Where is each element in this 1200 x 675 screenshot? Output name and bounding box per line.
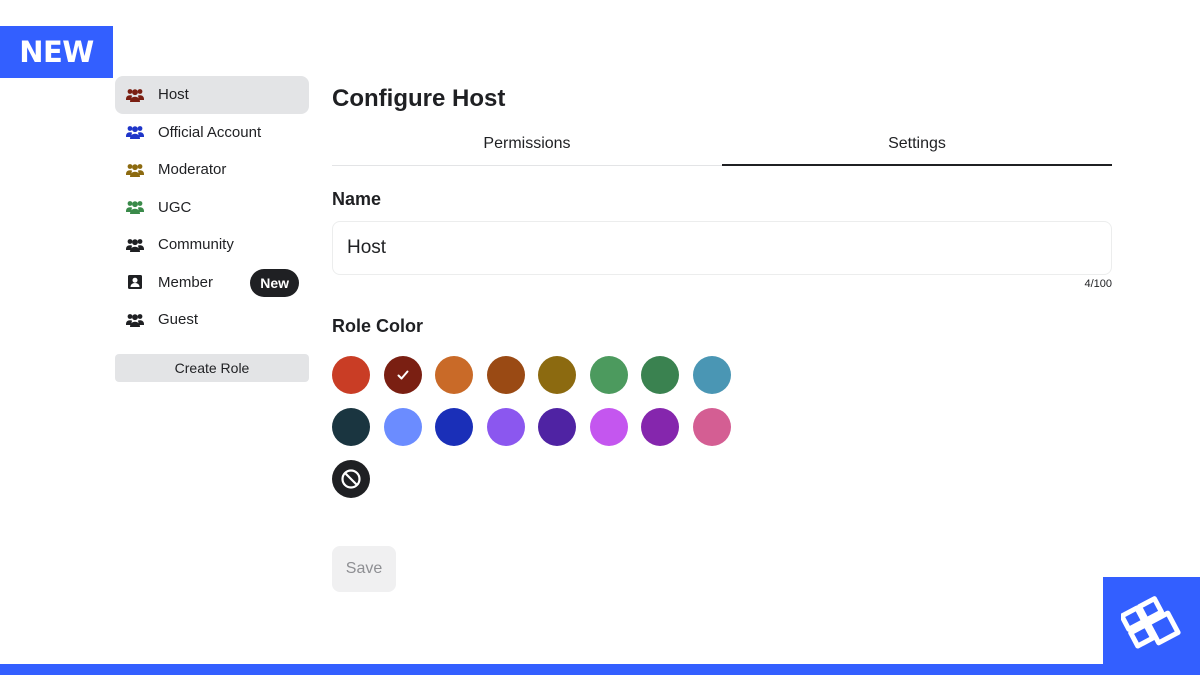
bottom-accent-bar (0, 664, 1200, 675)
tab-permissions[interactable]: Permissions (332, 126, 722, 164)
name-label: Name (332, 189, 382, 209)
people-icon (125, 237, 145, 253)
sidebar-item-label: Host (158, 86, 189, 104)
role-color-label: Role Color (332, 316, 424, 336)
sidebar-item-member[interactable]: Member New (115, 264, 309, 302)
sidebar-item-ugc[interactable]: UGC (115, 189, 309, 227)
color-swatch[interactable] (692, 408, 731, 446)
sidebar-item-guest[interactable]: Guest (115, 301, 309, 339)
create-role-button[interactable]: Create Role (115, 353, 309, 382)
color-swatch[interactable] (641, 356, 679, 394)
sidebar-item-label: UGC (158, 198, 192, 216)
name-input[interactable]: Host (332, 221, 1112, 275)
color-swatch[interactable] (383, 356, 422, 394)
color-swatch[interactable] (435, 356, 473, 394)
color-swatch[interactable] (589, 356, 628, 394)
save-button[interactable]: Save (332, 546, 396, 592)
sidebar-item-label: Member (158, 273, 214, 291)
no-color-swatch[interactable] (332, 460, 370, 498)
sidebar-item-label: Moderator (158, 161, 227, 179)
color-swatch[interactable] (641, 408, 679, 446)
color-swatch[interactable] (435, 408, 473, 446)
people-icon (125, 162, 145, 178)
check-icon (397, 370, 408, 380)
people-icon (125, 87, 145, 103)
sidebar-item-label: Official Account (158, 123, 262, 141)
role-sidebar: Host Official Account Moderator UGC Comm… (115, 76, 309, 382)
color-swatch[interactable] (589, 408, 628, 446)
sidebar-item-official-account[interactable]: Official Account (115, 114, 309, 152)
color-swatch[interactable] (692, 356, 731, 394)
color-swatch[interactable] (486, 408, 525, 446)
new-badge: New (250, 268, 299, 297)
people-icon (125, 124, 145, 140)
role-list: Host Official Account Moderator UGC Comm… (115, 76, 309, 339)
role-color-picker (332, 356, 1112, 498)
name-char-counter: 4/100 (1084, 278, 1112, 290)
tab-settings[interactable]: Settings (722, 126, 1112, 166)
configure-panel: Configure Host Permissions Settings Name… (332, 84, 1112, 592)
blox-logo-icon (1103, 577, 1200, 675)
new-corner-badge: NEW (0, 26, 113, 78)
color-swatch[interactable] (538, 356, 576, 394)
member-card-icon (125, 274, 145, 290)
color-swatch[interactable] (332, 408, 370, 446)
sidebar-item-label: Community (158, 236, 234, 254)
sidebar-item-moderator[interactable]: Moderator (115, 151, 309, 189)
sidebar-item-label: Guest (158, 311, 199, 329)
tab-bar: Permissions Settings (332, 126, 1112, 166)
sidebar-item-host[interactable]: Host (115, 76, 309, 114)
no-color-icon (341, 469, 361, 489)
color-swatch[interactable] (383, 408, 422, 446)
color-swatch[interactable] (332, 356, 370, 394)
people-icon (125, 312, 145, 328)
page-title: Configure Host (332, 85, 506, 112)
color-swatch[interactable] (486, 356, 525, 394)
people-icon (125, 199, 145, 215)
color-swatch[interactable] (538, 408, 576, 446)
sidebar-item-community[interactable]: Community (115, 226, 309, 264)
